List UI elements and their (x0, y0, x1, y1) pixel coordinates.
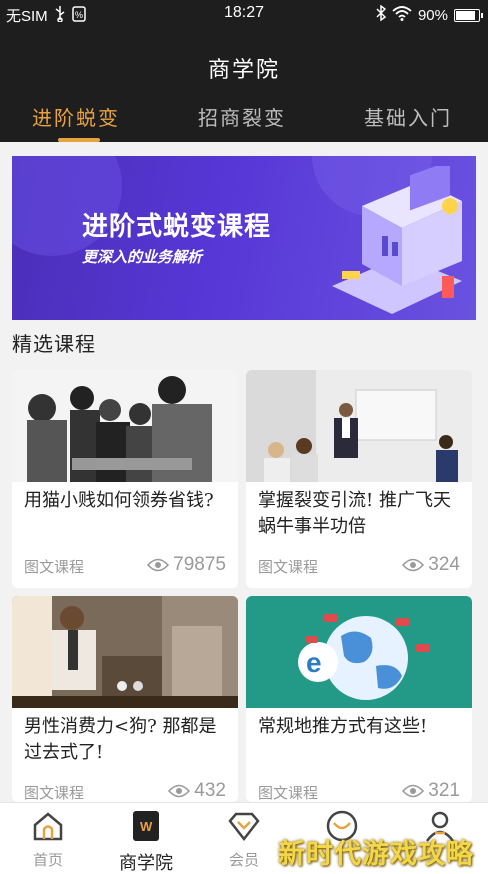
page-title: 商学院 (207, 58, 280, 83)
tab-label: 商学院 (119, 853, 173, 874)
svg-text:e: e (306, 647, 322, 678)
eye-icon (402, 558, 425, 572)
course-card[interactable]: e 常规地推方式有这些! 图文课程 321 (246, 596, 472, 802)
tab-home[interactable]: 首页 (8, 809, 88, 870)
course-card[interactable]: 男性消费力<狗? 那都是过去式了! 图文课程 432 (12, 596, 238, 802)
view-count: 432 (168, 780, 226, 802)
tab-basics[interactable]: 基础入门 (364, 102, 452, 131)
battery-icon (454, 8, 483, 22)
course-title: 掌握裂变引流! 推广飞天蜗牛事半功倍 (258, 490, 451, 537)
app-header: 商学院 进阶蜕变 招商裂变 基础入门 (0, 28, 488, 142)
banner-subtitle: 更深入的业务解析 (82, 248, 203, 266)
course-card[interactable]: 用猫小贱如何领券省钱? 图文课程 79875 (12, 370, 238, 588)
home-icon (33, 812, 63, 841)
view-count: 324 (402, 554, 460, 576)
course-meta: 图文课程 324 (258, 554, 460, 578)
course-meta: 图文课程 79875 (24, 554, 226, 578)
battery-text: 90% (417, 6, 448, 24)
wifi-icon (392, 5, 412, 25)
bluetooth-icon (376, 4, 387, 25)
status-right: 90% (376, 4, 483, 25)
watermark-text: 新时代游戏攻略 (278, 839, 474, 870)
tab-member[interactable]: 会员 (204, 809, 284, 870)
member-diamond-icon (228, 812, 260, 842)
category-tabs: 进阶蜕变 招商裂变 基础入门 (0, 102, 488, 142)
battery-fill (456, 10, 475, 20)
eye-icon (402, 784, 425, 798)
course-title: 男性消费力<狗? 那都是过去式了! (24, 716, 217, 763)
section-title: 精选课程 (12, 332, 96, 356)
tab-label: 首页 (32, 851, 63, 869)
course-meta: 图文课程 321 (258, 780, 460, 802)
course-card[interactable]: 掌握裂变引流! 推广飞天蜗牛事半功倍 图文课程 324 (246, 370, 472, 588)
course-thumbnail-globe-icon: e (246, 596, 472, 708)
course-meta: 图文课程 432 (24, 780, 226, 802)
view-count: 321 (402, 780, 460, 802)
academy-icon: W (133, 811, 159, 841)
tab-label: 会员 (228, 851, 259, 869)
tab-merchant-fission[interactable]: 招商裂变 (198, 102, 286, 131)
svg-text:W: W (140, 819, 153, 834)
status-bar: 无SIM % 18:27 90% (0, 0, 488, 28)
course-thumbnail-barbershop-icon (12, 596, 238, 708)
course-thumbnail-team-icon (12, 370, 238, 482)
course-type: 图文课程 (24, 558, 85, 576)
view-count-value: 321 (428, 780, 460, 801)
active-tab-indicator (58, 138, 100, 142)
course-type: 图文课程 (258, 558, 319, 576)
course-title: 用猫小贱如何领券省钱? (24, 490, 214, 511)
view-count-value: 324 (428, 554, 460, 575)
banner-title: 进阶式蜕变课程 (82, 212, 272, 242)
view-count-value: 432 (194, 780, 226, 801)
banner-illustration-icon (332, 166, 462, 314)
eye-icon (168, 784, 191, 798)
view-count-value: 79875 (173, 554, 226, 575)
course-type: 图文课程 (24, 784, 85, 802)
view-count: 79875 (147, 554, 226, 576)
tab-academy[interactable]: W 商学院 (106, 809, 186, 874)
eye-icon (147, 558, 170, 572)
course-title: 常规地推方式有这些! (258, 716, 428, 737)
tab-advanced[interactable]: 进阶蜕变 (32, 102, 120, 131)
course-type: 图文课程 (258, 784, 319, 802)
course-thumbnail-presentation-icon (246, 370, 472, 482)
promo-banner[interactable]: 进阶式蜕变课程 更深入的业务解析 (12, 156, 476, 320)
